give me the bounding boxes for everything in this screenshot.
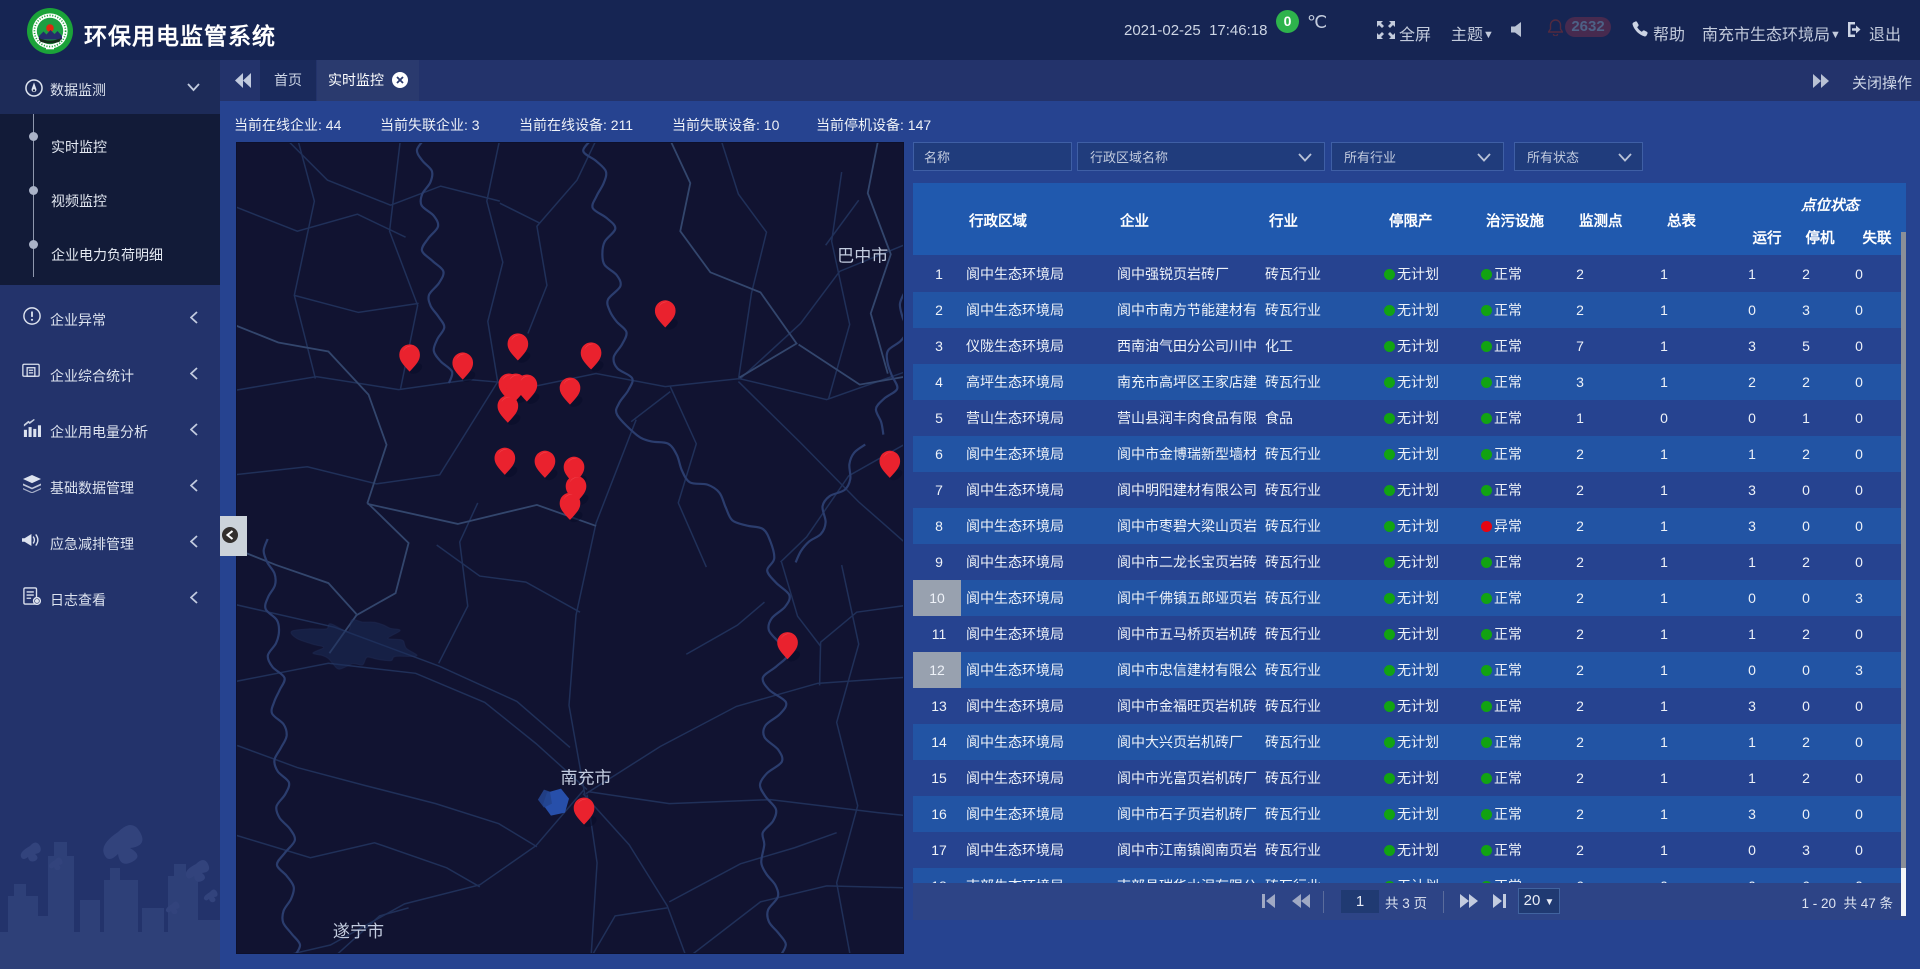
svg-text:南充市: 南充市 bbox=[560, 769, 611, 788]
svg-text:遂宁市: 遂宁市 bbox=[333, 922, 384, 941]
svg-text:巴中市: 巴中市 bbox=[837, 246, 888, 265]
